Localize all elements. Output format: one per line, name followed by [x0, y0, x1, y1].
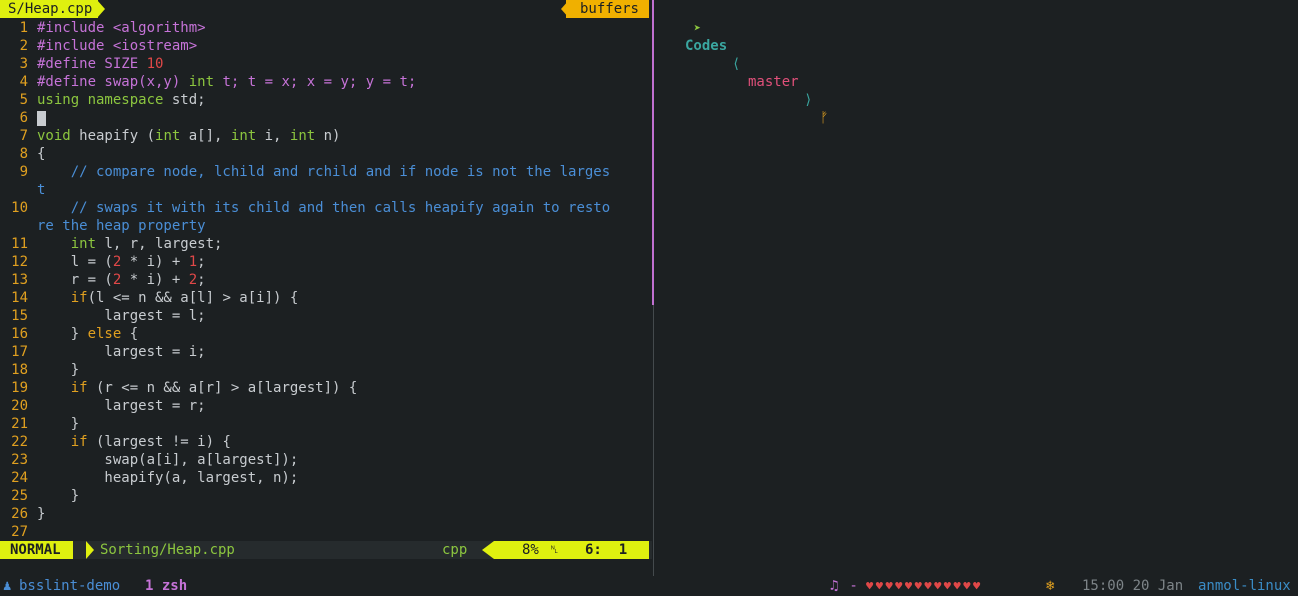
code-line[interactable]: if (r <= n && a[r] > a[largest]) { — [37, 379, 358, 397]
line-number: 1 — [19, 20, 28, 36]
tab-buffers[interactable]: buffers — [565, 0, 649, 18]
session-icon: ♟ — [3, 578, 12, 594]
line-number: 5 — [19, 92, 28, 108]
code-line[interactable]: #define swap(x,y) int t; t = x; x = y; y… — [37, 73, 416, 91]
code-line[interactable]: re the heap property — [37, 217, 206, 235]
branch-close: ⟩ — [804, 92, 813, 108]
code-line[interactable]: // swaps it with its child and then call… — [37, 199, 610, 217]
code-line[interactable]: } — [37, 487, 79, 505]
prompt-branch: master — [748, 74, 799, 90]
line-number: 10 — [11, 200, 28, 216]
session-name: bsslint-demo — [19, 578, 121, 594]
line-number: 27 — [11, 524, 28, 540]
line-number: 22 — [11, 434, 28, 450]
line-number: 6 — [19, 110, 28, 126]
code-line[interactable]: #include <iostream> — [37, 37, 197, 55]
line-number: 2 — [19, 38, 28, 54]
music-status: - — [841, 578, 867, 594]
line-number — [0, 181, 28, 199]
hostname: anmol-linux — [1198, 578, 1291, 594]
prompt-directory: Codes — [685, 38, 728, 54]
code-line[interactable]: if (largest != i) { — [37, 433, 231, 451]
line-number — [0, 217, 28, 235]
status-cursor-position: 6: 1 — [585, 542, 628, 558]
code-line[interactable]: heapify(a, largest, n); — [37, 469, 298, 487]
vim-editor-pane[interactable]: S/Heap.cpp buffers 1 #include <algorithm>… — [0, 0, 652, 578]
code-line[interactable]: swap(a[i], a[largest]); — [37, 451, 298, 469]
line-number: 16 — [11, 326, 28, 342]
code-line[interactable]: if(l <= n && a[l] > a[i]) { — [37, 289, 299, 307]
code-line[interactable]: largest = l; — [37, 307, 205, 325]
status-mode: NORMAL — [0, 541, 73, 559]
code-line[interactable]: } — [37, 361, 79, 379]
clock-date: 15:00 20 Jan — [1082, 578, 1184, 594]
line-number: 20 — [11, 398, 28, 414]
code-line[interactable]: #include <algorithm> — [37, 19, 206, 37]
tmux-statusbar: ♟ bsslint-demo 1 zsh ♫ - ♥♥♥♥♥♥♥♥♥♥♥♥ ❄ … — [0, 576, 1298, 596]
window-item-zsh[interactable]: 1 zsh — [145, 577, 187, 595]
line-number: 23 — [11, 452, 28, 468]
code-line[interactable]: int l, r, largest; — [37, 235, 223, 253]
terminal-pane[interactable]: ➤ Codes ⟨ master ⟩ ᚠ — [654, 0, 1298, 578]
line-number: 24 — [11, 470, 28, 486]
code-line[interactable]: void heapify (int a[], int i, int n) — [37, 127, 341, 145]
line-number: 4 — [19, 74, 28, 90]
status-percent: 8% — [522, 542, 539, 558]
line-number: 25 — [11, 488, 28, 504]
line-number: 11 — [11, 236, 28, 252]
line-number: 3 — [19, 56, 28, 72]
line-number: 13 — [11, 272, 28, 288]
code-line[interactable] — [37, 109, 46, 127]
code-line[interactable]: } else { — [37, 325, 138, 343]
line-number: 17 — [11, 344, 28, 360]
line-number: 18 — [11, 362, 28, 378]
line-number-icon: ␤ — [550, 543, 559, 556]
line-number: 19 — [11, 380, 28, 396]
shell-prompt: ➤ Codes ⟨ master ⟩ ᚠ — [660, 1, 828, 126]
mode-separator-icon — [86, 541, 94, 559]
code-line[interactable]: } — [37, 415, 79, 433]
line-number: 14 — [11, 290, 28, 306]
status-filetype: cpp — [442, 542, 468, 558]
code-line[interactable]: } — [37, 505, 45, 523]
code-line[interactable]: using namespace std; — [37, 91, 206, 109]
code-line[interactable]: largest = i; — [37, 343, 205, 361]
line-number: 7 — [19, 128, 28, 144]
prompt-arrow-icon: ➤ — [693, 21, 701, 35]
snowflake-icon: ❄ — [1046, 578, 1055, 594]
tab-separator-icon — [97, 0, 105, 18]
status-filename: Sorting/Heap.cpp — [100, 542, 235, 558]
tab-current-file[interactable]: S/Heap.cpp — [0, 0, 99, 18]
dirty-status-icon: ᚠ — [820, 110, 829, 126]
battery-hearts: ♥♥♥♥♥♥♥♥♥♥♥♥ — [866, 579, 983, 593]
position-separator-icon — [482, 541, 494, 559]
line-number: 15 — [11, 308, 28, 324]
music-icon: ♫ — [830, 578, 839, 594]
code-line[interactable]: largest = r; — [37, 397, 205, 415]
vim-statusline: NORMAL Sorting/Heap.cpp cpp 8% ␤ 6: 1 — [0, 541, 652, 559]
line-number: 21 — [11, 416, 28, 432]
code-line[interactable]: t — [37, 181, 45, 199]
vim-tabline: S/Heap.cpp buffers — [0, 0, 652, 18]
status-position-block: 8% ␤ 6: 1 — [494, 541, 649, 559]
branch-open: ⟨ — [732, 56, 741, 72]
line-number: 9 — [19, 164, 28, 180]
text-cursor — [37, 110, 46, 126]
code-line[interactable]: r = (2 * i) + 2; — [37, 271, 206, 289]
line-number: 8 — [19, 146, 28, 162]
line-number: 26 — [11, 506, 28, 522]
code-line[interactable]: l = (2 * i) + 1; — [37, 253, 206, 271]
code-line[interactable]: // compare node, lchild and rchild and i… — [37, 163, 610, 181]
line-number: 12 — [11, 254, 28, 270]
code-line[interactable]: { — [37, 145, 45, 163]
code-line[interactable]: #define SIZE 10 — [37, 55, 163, 73]
